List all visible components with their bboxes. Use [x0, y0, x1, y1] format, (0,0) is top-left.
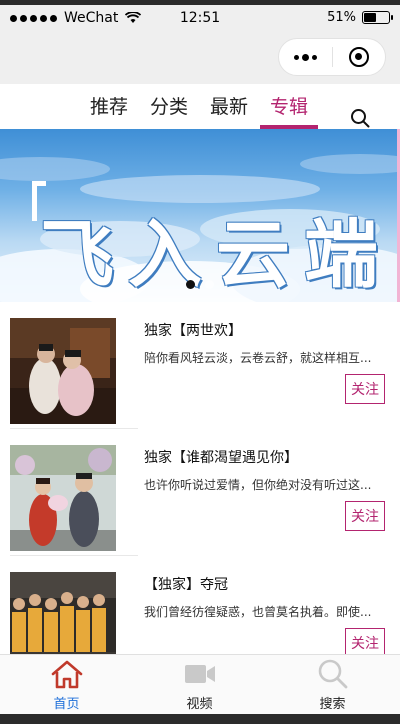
battery-area: 51%	[327, 10, 393, 25]
follow-button[interactable]: 关注	[345, 374, 385, 404]
tab-latest[interactable]: 最新	[210, 92, 248, 129]
tab-category[interactable]: 分类	[150, 92, 188, 129]
search-icon	[318, 659, 347, 689]
bottom-tab-video[interactable]: 视频	[133, 655, 266, 715]
tab-recommend[interactable]: 推荐	[90, 92, 128, 129]
bottom-tab-home[interactable]: 首页	[0, 655, 133, 715]
follow-button[interactable]: 关注	[345, 501, 385, 531]
album-cover	[10, 445, 116, 551]
album-description: 陪你看风轻云淡，云卷云舒，就这样相互...	[144, 351, 372, 365]
bottom-tab-search[interactable]: 搜索	[266, 655, 399, 715]
capsule-menu	[278, 38, 386, 76]
album-cover	[10, 572, 116, 654]
close-miniprogram-button[interactable]	[333, 39, 386, 75]
bottom-tab-label: 首页	[53, 697, 80, 712]
album-title: 独家【两世欢】	[144, 323, 242, 339]
album-cover	[10, 318, 116, 424]
carousel-dot[interactable]	[186, 280, 195, 289]
bottom-tab-bar: 首页 视频 搜索	[0, 654, 400, 714]
bottom-edge	[0, 714, 400, 724]
home-icon	[51, 660, 82, 689]
tab-album[interactable]: 专辑	[259, 92, 319, 129]
more-button[interactable]	[279, 39, 332, 75]
album-description: 也许你听说过爱情，但你绝对没有听过这...	[144, 478, 372, 492]
carousel-indicator	[0, 280, 400, 289]
bottom-tab-label: 搜索	[319, 697, 346, 712]
more-dots-icon	[293, 53, 317, 61]
album-description: 我们曾经彷徨疑惑，也曾莫名执着。即使...	[144, 605, 372, 619]
bottom-tab-label: 视频	[186, 697, 213, 712]
status-bar: WeChat 12:51 51%	[0, 5, 400, 32]
album-title: 独家【谁都渴望遇见你】	[144, 450, 298, 466]
category-tabs: 推荐 分类 最新 专辑	[0, 84, 400, 129]
follow-button[interactable]: 关注	[345, 628, 385, 654]
list-item[interactable]: 【独家】夺冠 我们曾经彷徨疑惑，也曾莫名执着。即使... 关注	[0, 556, 400, 654]
banner-carousel[interactable]: 飞入云端	[0, 129, 400, 302]
album-list: 独家【两世欢】 陪你看风轻云淡，云卷云舒，就这样相互... 关注 独家【谁都渴望…	[0, 302, 400, 654]
search-icon[interactable]	[350, 108, 370, 128]
carousel-dot[interactable]	[205, 280, 214, 289]
list-item[interactable]: 独家【谁都渴望遇见你】 也许你听说过爱情，但你绝对没有听过这... 关注	[0, 429, 400, 556]
video-icon	[184, 665, 215, 683]
battery-icon	[362, 11, 393, 24]
album-title: 【独家】夺冠	[144, 577, 228, 593]
nav-bar	[0, 32, 400, 84]
battery-level	[364, 13, 376, 22]
target-icon	[348, 47, 369, 67]
list-item[interactable]: 独家【两世欢】 陪你看风轻云淡，云卷云舒，就这样相互... 关注	[0, 302, 400, 429]
battery-percent: 51%	[327, 10, 356, 25]
